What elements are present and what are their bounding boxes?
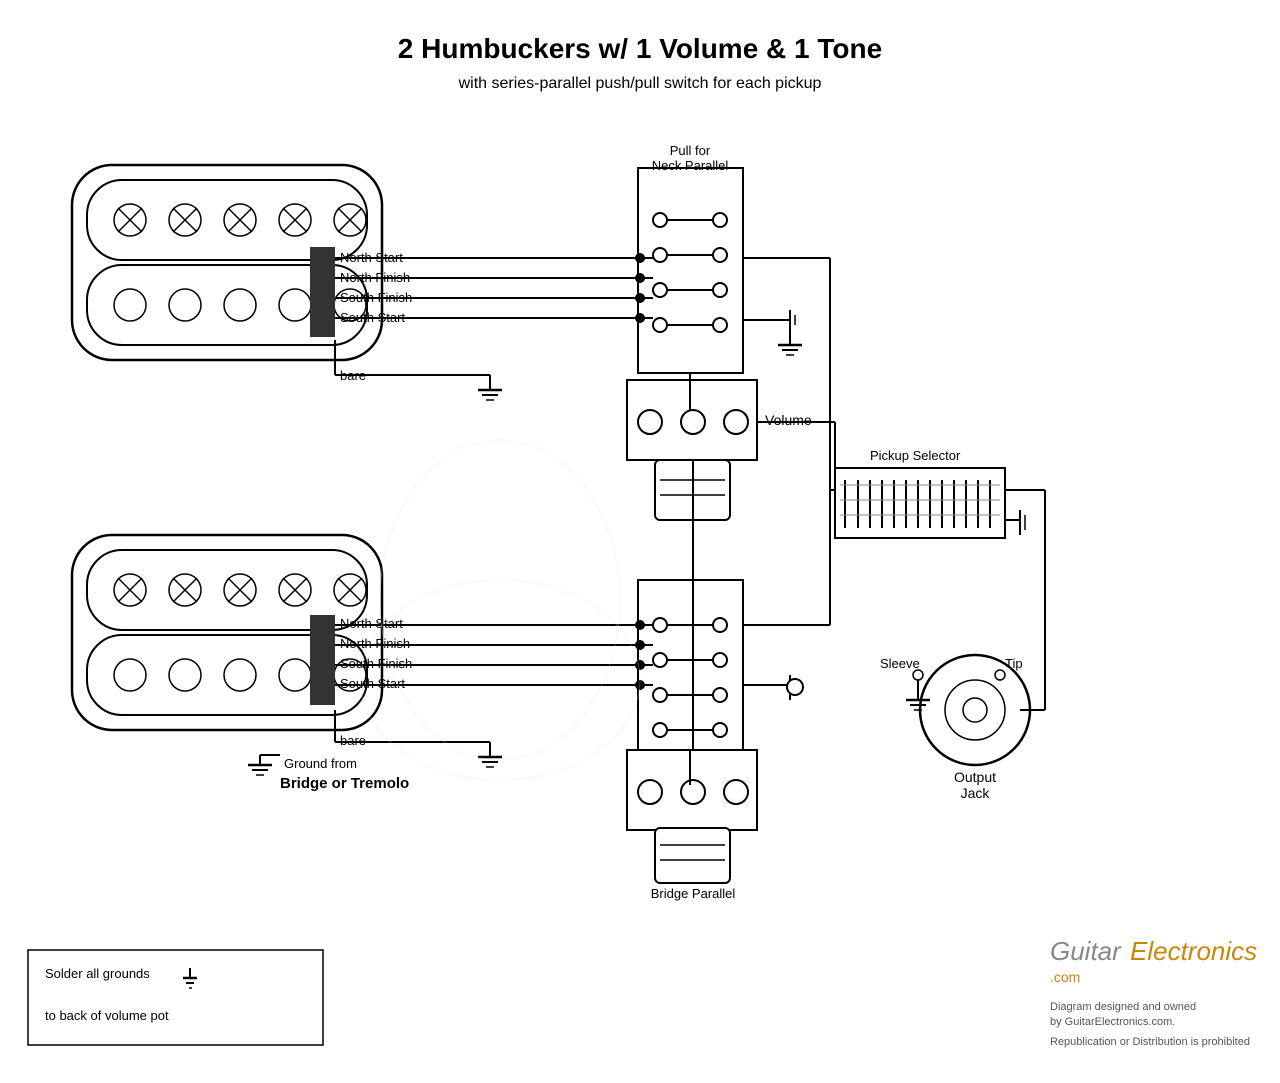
svg-text:by GuitarElectronics.com.: by GuitarElectronics.com. [1050, 1016, 1175, 1028]
svg-text:Jack: Jack [961, 785, 991, 801]
svg-text:North Finish: North Finish [340, 636, 410, 651]
svg-text:Tip: Tip [1005, 656, 1023, 671]
svg-text:Neck Parallel: Neck Parallel [652, 158, 729, 173]
svg-text:Bridge Parallel: Bridge Parallel [651, 886, 736, 901]
svg-text:Guitar: Guitar [1050, 936, 1122, 966]
svg-text:Ground from: Ground from [284, 756, 357, 771]
svg-text:Volume: Volume [765, 412, 812, 428]
svg-text:bare: bare [340, 733, 366, 748]
svg-text:Pickup Selector: Pickup Selector [870, 448, 961, 463]
svg-text:Solder all grounds: Solder all grounds [45, 966, 150, 981]
wiring-diagram: 2 Humbuckers w/ 1 Volume & 1 Tone with s… [0, 0, 1280, 1083]
svg-text:Output: Output [954, 769, 996, 785]
svg-text:North Start: North Start [340, 616, 403, 631]
svg-text:Electronics: Electronics [1130, 936, 1257, 966]
sub-title: with series-parallel push/pull switch fo… [458, 75, 822, 92]
svg-text:Bridge or Tremolo: Bridge or Tremolo [280, 775, 409, 792]
main-title: 2 Humbuckers w/ 1 Volume & 1 Tone [398, 33, 882, 64]
svg-text:South Finish: South Finish [340, 656, 412, 671]
svg-text:Republication or Distribution: Republication or Distribution is prohibi… [1050, 1036, 1250, 1048]
svg-text:Sleeve: Sleeve [880, 656, 920, 671]
page-container: 2 Humbuckers w/ 1 Volume & 1 Tone with s… [0, 0, 1280, 1083]
svg-text:Diagram designed and owned: Diagram designed and owned [1050, 1001, 1196, 1013]
svg-text:.com: .com [1050, 969, 1080, 985]
svg-text:Pull for: Pull for [670, 143, 711, 158]
svg-text:to back of volume pot: to back of volume pot [45, 1008, 169, 1023]
